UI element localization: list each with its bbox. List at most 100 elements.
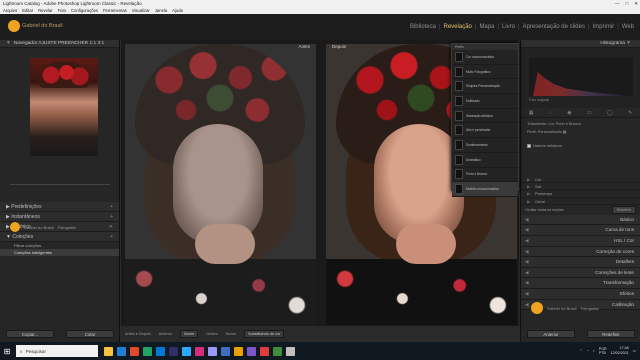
tray-chevron-icon[interactable]: ⌃	[579, 349, 582, 353]
section-detalhes[interactable]: ◀ Detalhes	[521, 257, 640, 268]
menu-item-revelar[interactable]: Revelar	[38, 7, 52, 14]
red-eye-tool-icon[interactable]: ◉	[567, 110, 571, 116]
file-explorer-icon[interactable]	[104, 346, 113, 356]
profile-item[interactable]: Estilizado	[452, 94, 518, 109]
section-correcao-de-cores[interactable]: ◀ Correção de cores	[521, 246, 640, 258]
menu-item-configuracoes[interactable]: Configurações	[71, 7, 98, 14]
group-geral[interactable]: ▶ Geral	[521, 198, 640, 205]
reset-button[interactable]: Redefinir	[587, 330, 635, 338]
menu-item-janela[interactable]: Janela	[155, 7, 167, 14]
group-sat[interactable]: ▶ Sat	[521, 183, 640, 191]
hide-all-sections[interactable]: Ocultar todas as seções	[525, 208, 564, 212]
language-indicator[interactable]: POR PTB	[599, 347, 607, 355]
crop-tool-icon[interactable]: ▦	[529, 110, 534, 116]
add-icon[interactable]: +	[110, 212, 113, 222]
menu-item-ajuda[interactable]: Ajuda	[172, 7, 183, 14]
navigator-preview[interactable]	[0, 48, 119, 166]
section-transformacao[interactable]: ◀ Transformação	[521, 278, 640, 289]
panel-reset-button[interactable]: Redefinir	[611, 205, 636, 214]
group-presenca[interactable]: ▶ Presença	[521, 190, 640, 198]
taskbar-search[interactable]: ⌕ Pesquisar	[16, 345, 98, 357]
sort-dropdown[interactable]: Nome	[180, 330, 199, 338]
adobe-app-icon[interactable]	[195, 346, 204, 356]
menu-item-ferramentas[interactable]: Ferramentas	[103, 7, 127, 14]
collection-smart[interactable]: Coleções inteligentes	[0, 249, 119, 256]
module-web[interactable]: Web	[622, 24, 634, 30]
add-icon[interactable]: +	[110, 202, 113, 212]
profile-item[interactable]: Cor monocromática	[452, 50, 518, 65]
before-photo[interactable]: Antes	[125, 44, 316, 325]
clear-icon[interactable]: ✕	[109, 222, 113, 232]
module-imprimir[interactable]: Imprimir	[593, 24, 615, 30]
add-icon[interactable]: +	[110, 232, 113, 242]
office-icon[interactable]	[130, 346, 139, 356]
profile-item-selected[interactable]: Modelo monocromático	[452, 182, 518, 197]
menu-item-arquivo[interactable]: Arquivo	[3, 7, 17, 14]
module-biblioteca[interactable]: Biblioteca	[410, 24, 436, 30]
section-efeitos[interactable]: ◀ Efeitos	[521, 288, 640, 300]
group-cor[interactable]: ▶ Cor	[521, 176, 640, 184]
module-apresentacao[interactable]: Apresentação de slides	[523, 24, 585, 30]
close-button[interactable]: ✕	[634, 0, 638, 7]
section-instantaneos[interactable]: ▶ Instantâneos +	[0, 212, 119, 222]
minimize-button[interactable]: —	[615, 0, 620, 7]
app-icon[interactable]	[247, 346, 256, 356]
module-livro[interactable]: Livro	[502, 24, 515, 30]
profile-item[interactable]: Alto e penetrante	[452, 123, 518, 139]
after-effects-icon[interactable]	[208, 346, 217, 356]
brush-tool-icon[interactable]: ✎	[628, 110, 632, 116]
notifications-icon[interactable]: ▭	[633, 349, 636, 353]
treatment-options[interactable]: Cor Preto e Branco	[548, 122, 581, 126]
graduated-filter-icon[interactable]: ▭	[587, 110, 592, 116]
profile-dropdown[interactable]: Personalizado	[538, 130, 562, 134]
profile-item[interactable]: Sombreamento	[452, 138, 518, 153]
profile-item[interactable]: Dramático	[452, 153, 518, 168]
before-after-toggle[interactable]: Antes e Depois	[125, 332, 151, 336]
mail-icon[interactable]	[156, 346, 165, 356]
clock[interactable]: 17:48 12/02/2021	[611, 346, 629, 356]
collection-filter[interactable]: Filtrar coleções	[0, 242, 119, 249]
module-revelacao[interactable]: Revelação	[444, 24, 472, 30]
paste-button[interactable]: Colar	[66, 330, 114, 338]
app-icon[interactable]	[260, 346, 269, 356]
menu-item-editar[interactable]: Editar	[22, 7, 33, 14]
maximize-button[interactable]: □	[626, 0, 629, 7]
section-basico[interactable]: ◀ Básico	[521, 214, 640, 226]
lightroom-icon[interactable]	[221, 346, 230, 356]
navigator-header[interactable]: ▼ Navegador AJUSTE PREENCHER 1:1 3:1	[0, 40, 119, 48]
network-icon[interactable]: ◔	[586, 349, 588, 353]
app-icon[interactable]	[286, 346, 295, 356]
chrome-icon[interactable]	[143, 346, 152, 356]
zoom-options[interactable]: AJUSTE PREENCHER 1:1 3:1	[38, 41, 104, 46]
profile-item[interactable]: Preto e Branco	[452, 168, 518, 183]
premiere-icon[interactable]	[169, 346, 178, 356]
radial-filter-icon[interactable]: ◯	[607, 110, 613, 116]
section-predefinicoes[interactable]: ▶ Predefinições +	[0, 202, 119, 212]
copy-button[interactable]: Copiar...	[6, 330, 54, 338]
menu-item-foto[interactable]: Foto	[58, 7, 66, 14]
menu-item-visualizar[interactable]: Visualizar	[132, 7, 150, 14]
section-correcoes-de-lente[interactable]: ◀ Correções de lente	[521, 267, 640, 279]
spot-removal-tool-icon[interactable]: ◌	[549, 110, 552, 116]
volume-icon[interactable]: ◖	[593, 349, 595, 353]
section-curva-de-tons[interactable]: ◀ Curva de tons	[521, 225, 640, 236]
photoshop-icon[interactable]	[182, 346, 191, 356]
profile-item[interactable]: Muito Fotográfico	[452, 65, 518, 80]
histogram[interactable]: Foto original	[521, 48, 640, 108]
app-icon[interactable]	[273, 346, 282, 356]
module-mapa[interactable]: Mapa	[479, 24, 494, 30]
bridge-icon[interactable]	[234, 346, 243, 356]
navigator-thumbnail[interactable]	[30, 58, 98, 156]
windows-start-icon[interactable]: ⊞	[0, 342, 14, 360]
section-hsl-cor[interactable]: ◀ HSL / Cor	[521, 235, 640, 247]
edge-icon[interactable]	[117, 346, 126, 356]
profile-browser-grid-icon[interactable]: ▦	[563, 130, 567, 134]
histogram-header[interactable]: Histograma ▼	[521, 40, 640, 48]
section-colecoes[interactable]: ▼ Coleções +	[0, 232, 119, 242]
color-substitution-dropdown[interactable]: Substituindo de cor	[243, 330, 285, 338]
profile-item[interactable]: Simples Personalização	[452, 79, 518, 95]
native-artistic-checkbox[interactable]	[527, 144, 531, 148]
profile-item[interactable]: Saturação artística	[452, 109, 518, 124]
panel-slider[interactable]	[10, 184, 110, 185]
histogram-graph[interactable]	[529, 58, 633, 96]
